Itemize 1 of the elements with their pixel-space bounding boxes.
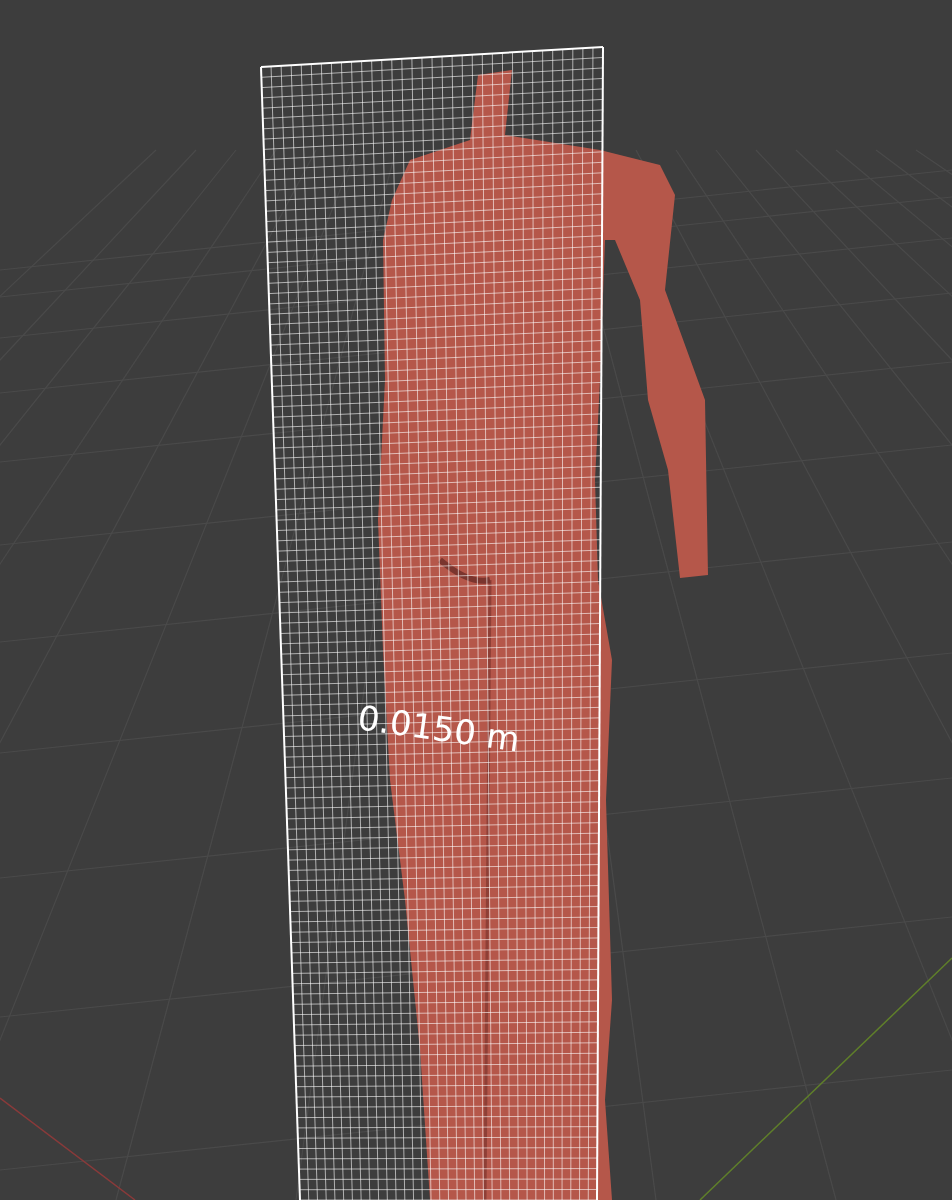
measurement-label: 0.0150 m [354, 696, 523, 762]
